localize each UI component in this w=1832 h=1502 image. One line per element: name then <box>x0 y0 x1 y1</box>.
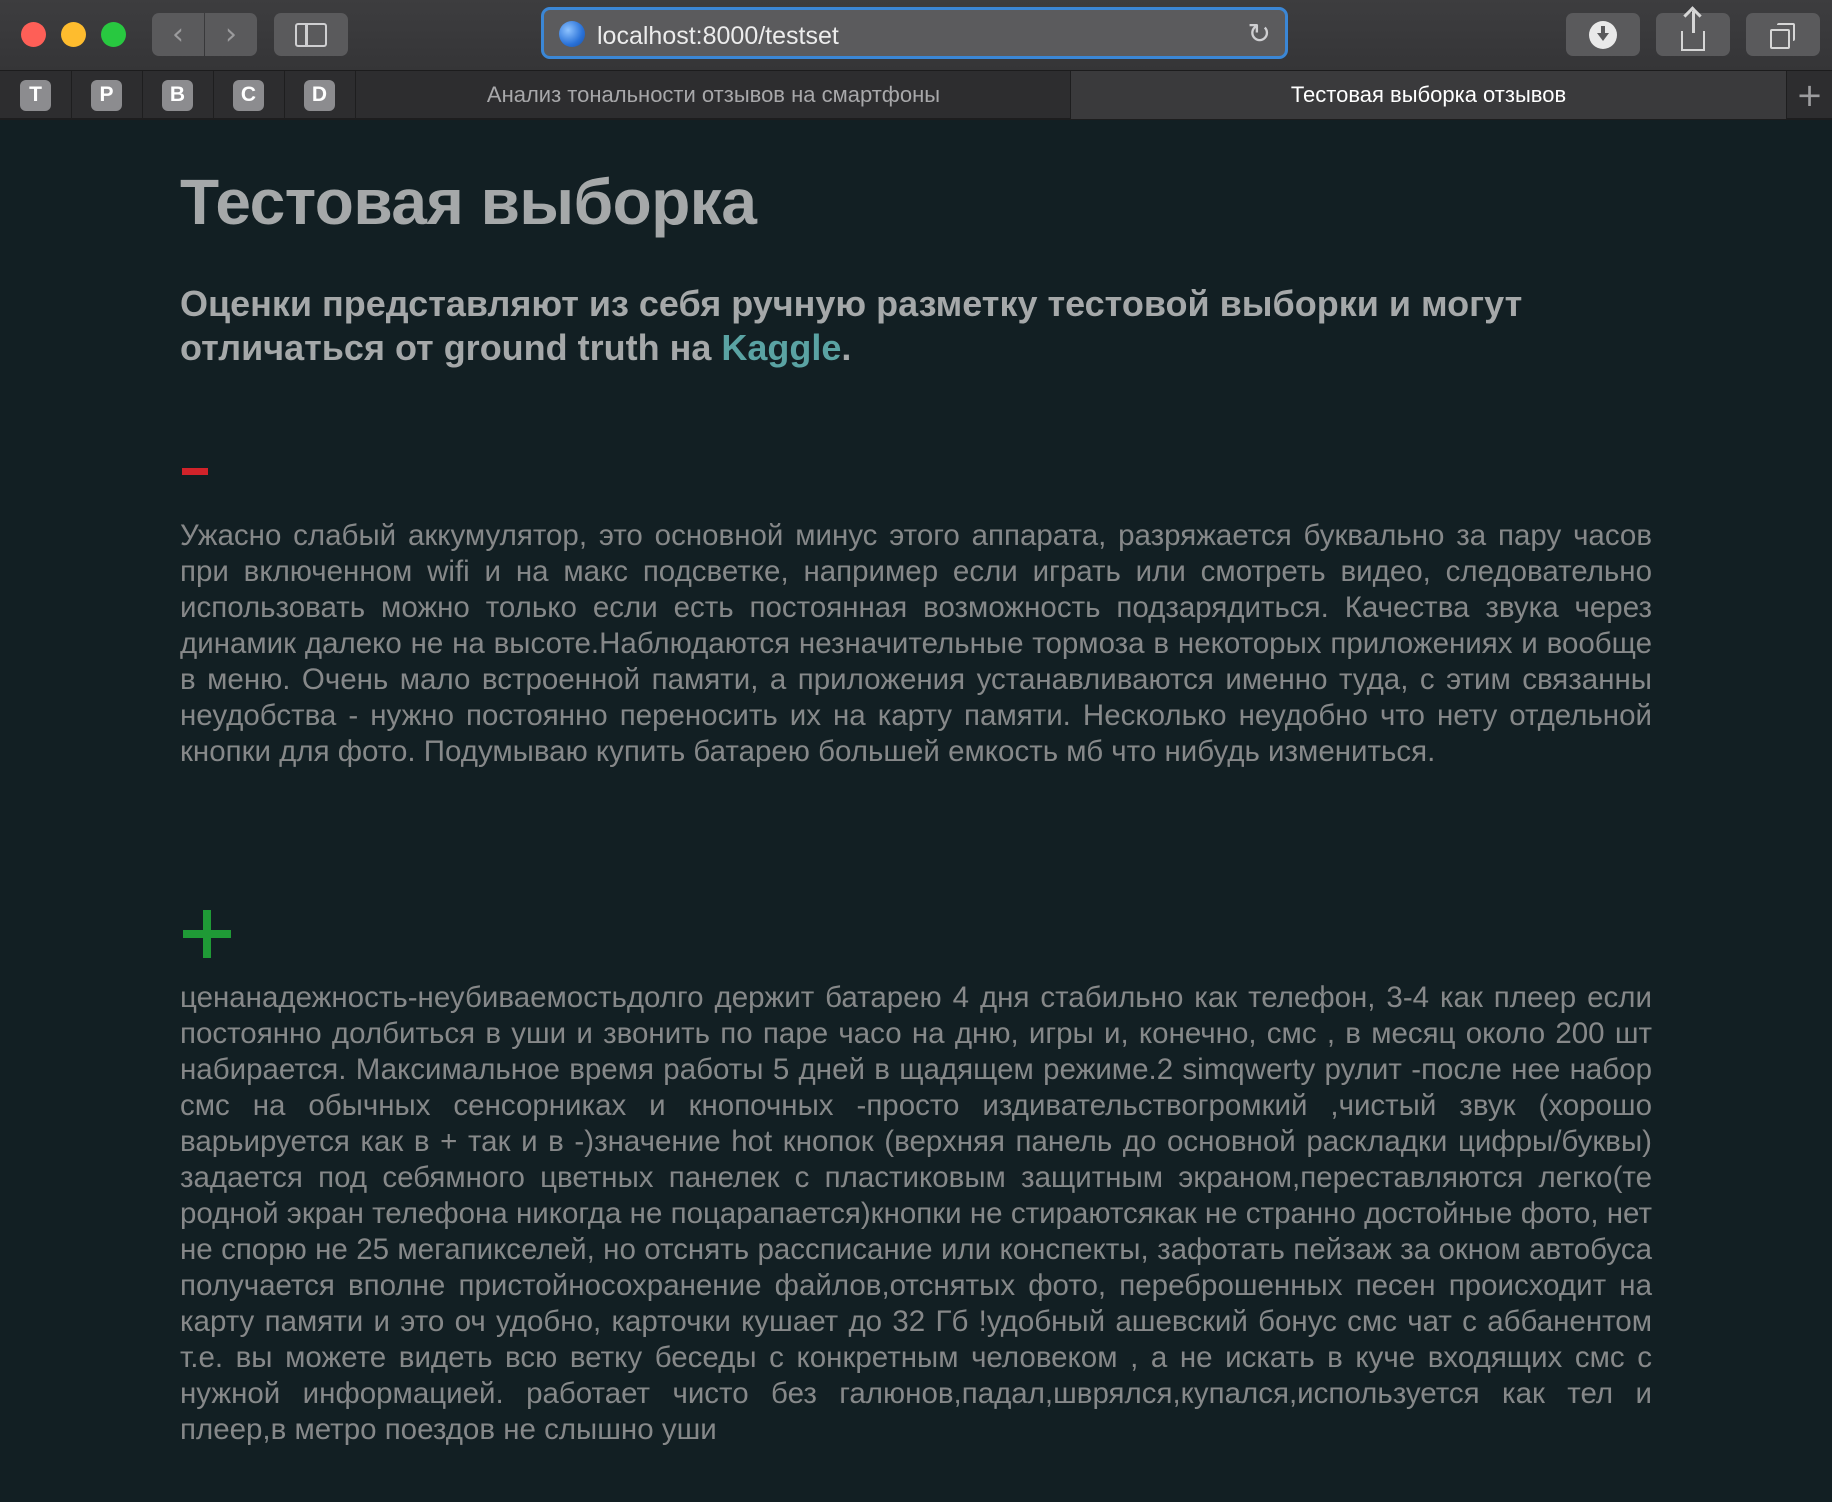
tab-bar: T P B C D Анализ тональности отзывов на … <box>0 70 1832 120</box>
tab-overview-button[interactable] <box>1746 13 1820 56</box>
close-window-button[interactable] <box>21 22 46 47</box>
pinned-tab-favicon: B <box>162 79 193 111</box>
reload-icon[interactable]: ↻ <box>1248 17 1271 50</box>
tab-label: Тестовая выборка отзывов <box>1290 82 1567 107</box>
pinned-tab-b[interactable]: B <box>142 71 214 119</box>
sidebar-icon <box>295 22 327 47</box>
share-icon <box>1681 10 1705 51</box>
pinned-tab-c[interactable]: C <box>213 71 285 119</box>
sidebar-toggle-button[interactable] <box>274 13 348 56</box>
forward-button[interactable]: › <box>205 13 257 56</box>
plus-icon: + <box>1796 76 1823 114</box>
page-subtitle: Оценки представляют из себя ручную разме… <box>180 282 1652 370</box>
back-button[interactable]: ‹ <box>152 13 204 56</box>
globe-icon <box>559 21 585 47</box>
download-icon <box>1589 20 1617 49</box>
kaggle-link[interactable]: Kaggle <box>721 327 841 368</box>
chevron-left-icon: ‹ <box>172 17 184 52</box>
pinned-tab-favicon: P <box>91 79 122 111</box>
url-text: localhost:8000/testset <box>597 22 839 50</box>
review-text-positive: ценанадежность-неубиваемостьдолго держит… <box>180 981 1652 1446</box>
zoom-window-button[interactable] <box>101 22 126 47</box>
subtitle-end: . <box>841 327 852 368</box>
pinned-tab-favicon: C <box>233 79 264 111</box>
tab-sentiment-analysis[interactable]: Анализ тональности отзывов на смартфоны <box>357 71 1071 119</box>
address-bar[interactable]: localhost:8000/testset ↻ <box>541 7 1288 59</box>
negative-sentiment-icon <box>182 468 208 475</box>
chevron-right-icon: › <box>225 17 237 52</box>
review-text-negative: Ужасно слабый аккумулятор, это основной … <box>180 519 1652 768</box>
minimize-window-button[interactable] <box>61 22 86 47</box>
pinned-tab-d[interactable]: D <box>284 71 356 119</box>
pinned-tab-favicon: D <box>304 79 335 111</box>
tabs-icon <box>1770 22 1796 49</box>
new-tab-button[interactable]: + <box>1787 71 1832 119</box>
pinned-tab-p[interactable]: P <box>71 71 143 119</box>
share-button[interactable] <box>1656 10 1730 56</box>
tab-testset[interactable]: Тестовая выборка отзывов <box>1071 71 1787 119</box>
positive-sentiment-icon <box>183 910 231 958</box>
downloads-button[interactable] <box>1566 13 1640 56</box>
browser-toolbar: ‹ › localhost:8000/testset ↻ <box>0 0 1832 70</box>
pinned-tab-favicon: T <box>20 79 51 111</box>
tab-label: Анализ тональности отзывов на смартфоны <box>486 82 941 107</box>
page-title: Тестовая выборка <box>180 166 757 238</box>
pinned-tab-t[interactable]: T <box>0 71 72 119</box>
